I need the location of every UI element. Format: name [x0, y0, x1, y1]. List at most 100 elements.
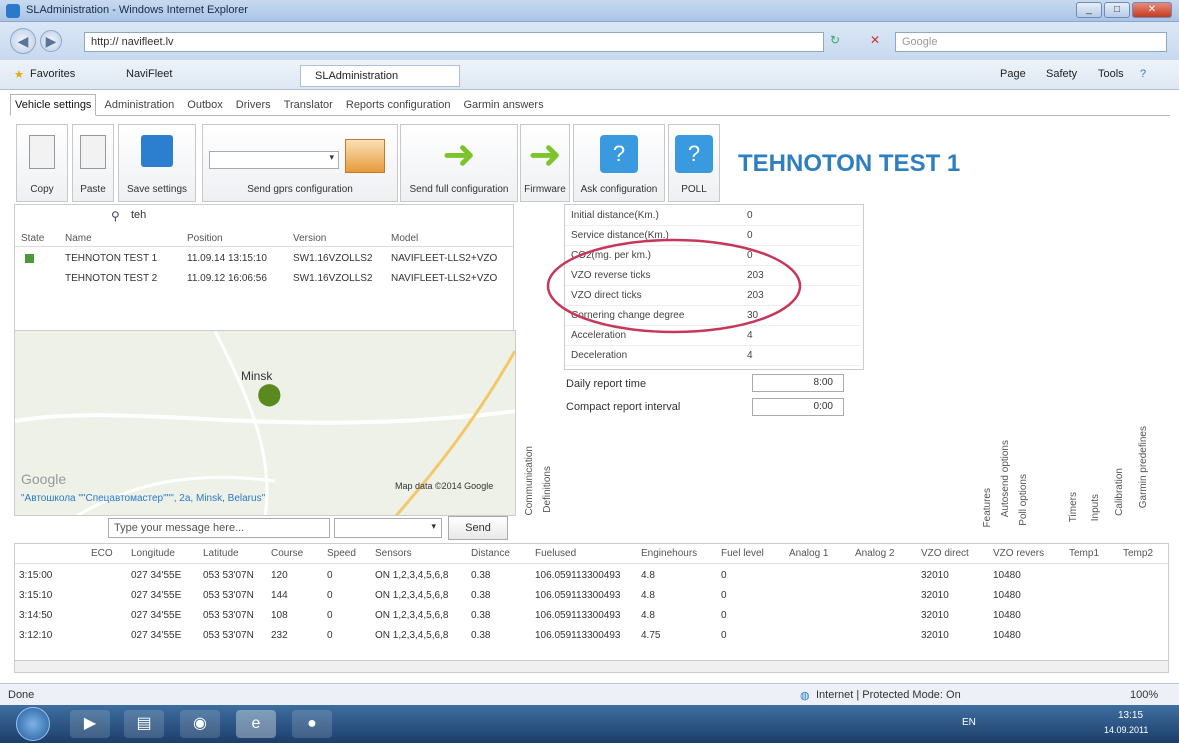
- minimize-button[interactable]: _: [1076, 2, 1102, 18]
- taskbar: ▶ ▤ ◉ e ● EN 13:15 14.09.2011: [0, 705, 1179, 743]
- grid-scrollbar[interactable]: [15, 660, 1168, 672]
- send-message-button[interactable]: Send: [448, 516, 508, 540]
- toolbar: Copy Paste Save settings ▾ Send gprs con…: [10, 116, 1170, 204]
- tab-garmin-predefines[interactable]: Garmin predefines: [1138, 426, 1149, 508]
- tab-calibration[interactable]: Calibration: [1114, 468, 1125, 516]
- save-settings-button[interactable]: Save settings: [118, 124, 196, 202]
- grid-row[interactable]: 3:14:50 027 34'55E 053 53'07N 108 0 ON 1…: [15, 606, 1168, 626]
- grid-row[interactable]: 3:15:10 027 34'55E 053 53'07N 144 0 ON 1…: [15, 586, 1168, 606]
- app-icon[interactable]: ●: [292, 710, 332, 738]
- arrow-right-icon: ➜: [528, 133, 562, 177]
- send-gprs-button[interactable]: ▾ Send gprs configuration: [202, 124, 398, 202]
- address-row: ◀ ▶ http:// navifleet.lv ↻ ✕ Google: [0, 22, 1179, 60]
- tab-vehicle-settings[interactable]: Vehicle settings: [10, 94, 97, 116]
- tab-poll-options[interactable]: Poll options: [1018, 474, 1029, 526]
- vehicle-row[interactable]: TEHNOTON TEST 1 11.09.14 13:15:10 SW1.16…: [15, 249, 513, 267]
- vehicle-table-header: State Name Position Version Model: [15, 229, 513, 247]
- zoom-level[interactable]: 100%: [1130, 689, 1158, 701]
- menu-page[interactable]: Page: [1000, 68, 1026, 80]
- tab-translator[interactable]: Translator: [279, 94, 338, 116]
- menu-tools[interactable]: Tools: [1098, 68, 1124, 80]
- language-indicator[interactable]: EN: [962, 717, 976, 728]
- map-view[interactable]: Minsk ⬤ Google Map data ©2014 Google "Ав…: [14, 330, 516, 516]
- send-full-config-button[interactable]: ➜ Send full configuration: [400, 124, 518, 202]
- address-bar[interactable]: http:// navifleet.lv: [84, 32, 824, 52]
- map-marker-icon[interactable]: ⬤: [257, 381, 282, 407]
- forward-button[interactable]: ▶: [40, 30, 62, 52]
- map-credit: Map data ©2014 Google: [395, 481, 494, 491]
- gprs-select[interactable]: ▾: [209, 151, 339, 169]
- vehicle-list-panel: ⚲ teh State Name Position Version Model …: [14, 204, 514, 334]
- tab-features[interactable]: Features: [982, 488, 993, 527]
- close-button[interactable]: ✕: [1132, 2, 1172, 18]
- clock-date[interactable]: 14.09.2011: [1104, 725, 1148, 735]
- window-title: SLAdministration - Windows Internet Expl…: [26, 4, 248, 16]
- start-button[interactable]: [16, 707, 50, 741]
- favorites-bar: ★ Favorites NaviFleet SLAdministration P…: [0, 60, 1179, 90]
- app-tabs: Vehicle settings Administration Outbox D…: [10, 94, 1170, 116]
- arrow-right-icon: ➜: [442, 133, 476, 177]
- question-icon: ?: [600, 135, 638, 173]
- vehicle-search-input[interactable]: teh: [127, 207, 367, 225]
- daily-report-input[interactable]: 8:00: [752, 374, 844, 392]
- tab-sladministration[interactable]: SLAdministration: [300, 65, 460, 87]
- tab-inputs[interactable]: Inputs: [1090, 494, 1101, 521]
- star-icon: ★: [14, 69, 24, 81]
- tab-navifleet[interactable]: NaviFleet: [126, 68, 172, 80]
- envelope-icon: [345, 139, 385, 173]
- media-player-icon[interactable]: ▶: [70, 710, 110, 738]
- message-target-select[interactable]: ▾: [334, 518, 442, 538]
- poll-button[interactable]: ? POLL: [668, 124, 720, 202]
- ie-icon[interactable]: e: [236, 710, 276, 738]
- explorer-icon[interactable]: ▤: [124, 710, 164, 738]
- state-indicator: [25, 254, 34, 263]
- setting-row[interactable]: Deceleration 4: [565, 345, 861, 366]
- daily-report-label: Daily report time: [566, 378, 647, 390]
- compact-report-label: Compact report interval: [566, 401, 681, 413]
- copy-icon: [29, 135, 55, 169]
- paste-button[interactable]: Paste: [72, 124, 114, 202]
- security-zone[interactable]: Internet | Protected Mode: On: [816, 689, 961, 701]
- map-address: "Автошкола ""Спецавтомастер""", 2a, Mins…: [21, 493, 266, 504]
- globe-icon: ◍: [800, 690, 810, 702]
- chrome-icon[interactable]: ◉: [180, 710, 220, 738]
- tab-garmin-answers[interactable]: Garmin answers: [459, 94, 549, 116]
- copy-button[interactable]: Copy: [16, 124, 68, 202]
- back-button[interactable]: ◀: [10, 28, 36, 54]
- grid-header: ECO Longitude Latitude Course Speed Sens…: [15, 544, 1168, 564]
- tab-administration[interactable]: Administration: [100, 94, 180, 116]
- tab-outbox[interactable]: Outbox: [182, 94, 227, 116]
- google-logo: Google: [21, 471, 67, 487]
- grid-row[interactable]: 3:12:10 027 34'55E 053 53'07N 232 0 ON 1…: [15, 626, 1168, 646]
- setting-row[interactable]: Initial distance(Km.) 0: [565, 205, 861, 226]
- tab-definitions[interactable]: Definitions: [542, 466, 553, 513]
- message-input[interactable]: Type your message here...: [108, 518, 330, 538]
- window-titlebar: SLAdministration - Windows Internet Expl…: [0, 0, 1179, 22]
- menu-safety[interactable]: Safety: [1046, 68, 1077, 80]
- paste-icon: [80, 135, 106, 169]
- tab-autosend-options[interactable]: Autosend options: [1000, 440, 1011, 517]
- status-bar: Done ◍ Internet | Protected Mode: On 100…: [0, 683, 1179, 705]
- save-icon: [141, 135, 173, 167]
- maximize-button[interactable]: □: [1104, 2, 1130, 18]
- vehicle-row[interactable]: TEHNOTON TEST 2 11.09.12 16:06:56 SW1.16…: [15, 269, 513, 287]
- question-icon: ?: [675, 135, 713, 173]
- search-input[interactable]: Google: [895, 32, 1167, 52]
- help-icon[interactable]: ?: [1140, 68, 1146, 80]
- firmware-button[interactable]: ➜ Firmware: [520, 124, 570, 202]
- favorites-button[interactable]: Favorites: [30, 68, 75, 80]
- compact-report-input[interactable]: 0:00: [752, 398, 844, 416]
- grid-row[interactable]: 3:15:00 027 34'55E 053 53'07N 120 0 ON 1…: [15, 566, 1168, 586]
- binoculars-icon: ⚲: [111, 209, 120, 223]
- tab-communication[interactable]: Communication: [524, 446, 535, 515]
- ask-configuration-button[interactable]: ? Ask configuration: [573, 124, 665, 202]
- status-text: Done: [8, 689, 35, 701]
- clock-time[interactable]: 13:15: [1118, 710, 1143, 721]
- ie-icon: [6, 4, 20, 18]
- tab-timers[interactable]: Timers: [1068, 492, 1079, 522]
- stop-icon[interactable]: ✕: [870, 33, 880, 47]
- highlight-ellipse: [546, 238, 802, 334]
- tab-reports-configuration[interactable]: Reports configuration: [341, 94, 456, 116]
- refresh-icon[interactable]: ↻: [830, 33, 840, 47]
- tab-drivers[interactable]: Drivers: [231, 94, 276, 116]
